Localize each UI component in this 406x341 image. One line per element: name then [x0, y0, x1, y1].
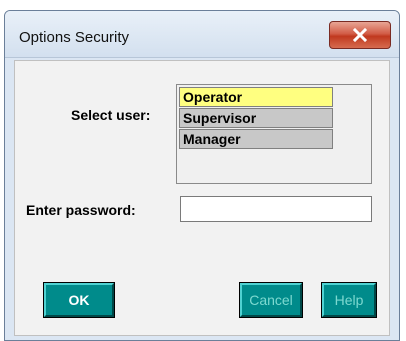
close-icon — [352, 28, 368, 42]
window-title: Options Security — [19, 29, 130, 46]
select-user-label: Select user: — [71, 107, 151, 123]
help-button[interactable]: Help — [321, 282, 377, 318]
password-label: Enter password: — [26, 202, 136, 218]
user-listbox[interactable]: Operator Supervisor Manager — [176, 84, 372, 184]
options-security-dialog: Options Security Select user: Operator S… — [4, 10, 400, 341]
user-item-manager[interactable]: Manager — [179, 129, 333, 149]
dialog-client-area: Select user: Operator Supervisor Manager… — [14, 60, 390, 336]
user-item-supervisor[interactable]: Supervisor — [179, 108, 333, 128]
close-button[interactable] — [329, 21, 391, 49]
ok-button[interactable]: OK — [43, 282, 115, 318]
title-bar[interactable]: Options Security — [5, 11, 399, 58]
user-item-operator[interactable]: Operator — [179, 87, 333, 107]
password-input[interactable] — [180, 196, 372, 222]
cancel-button[interactable]: Cancel — [239, 282, 303, 318]
